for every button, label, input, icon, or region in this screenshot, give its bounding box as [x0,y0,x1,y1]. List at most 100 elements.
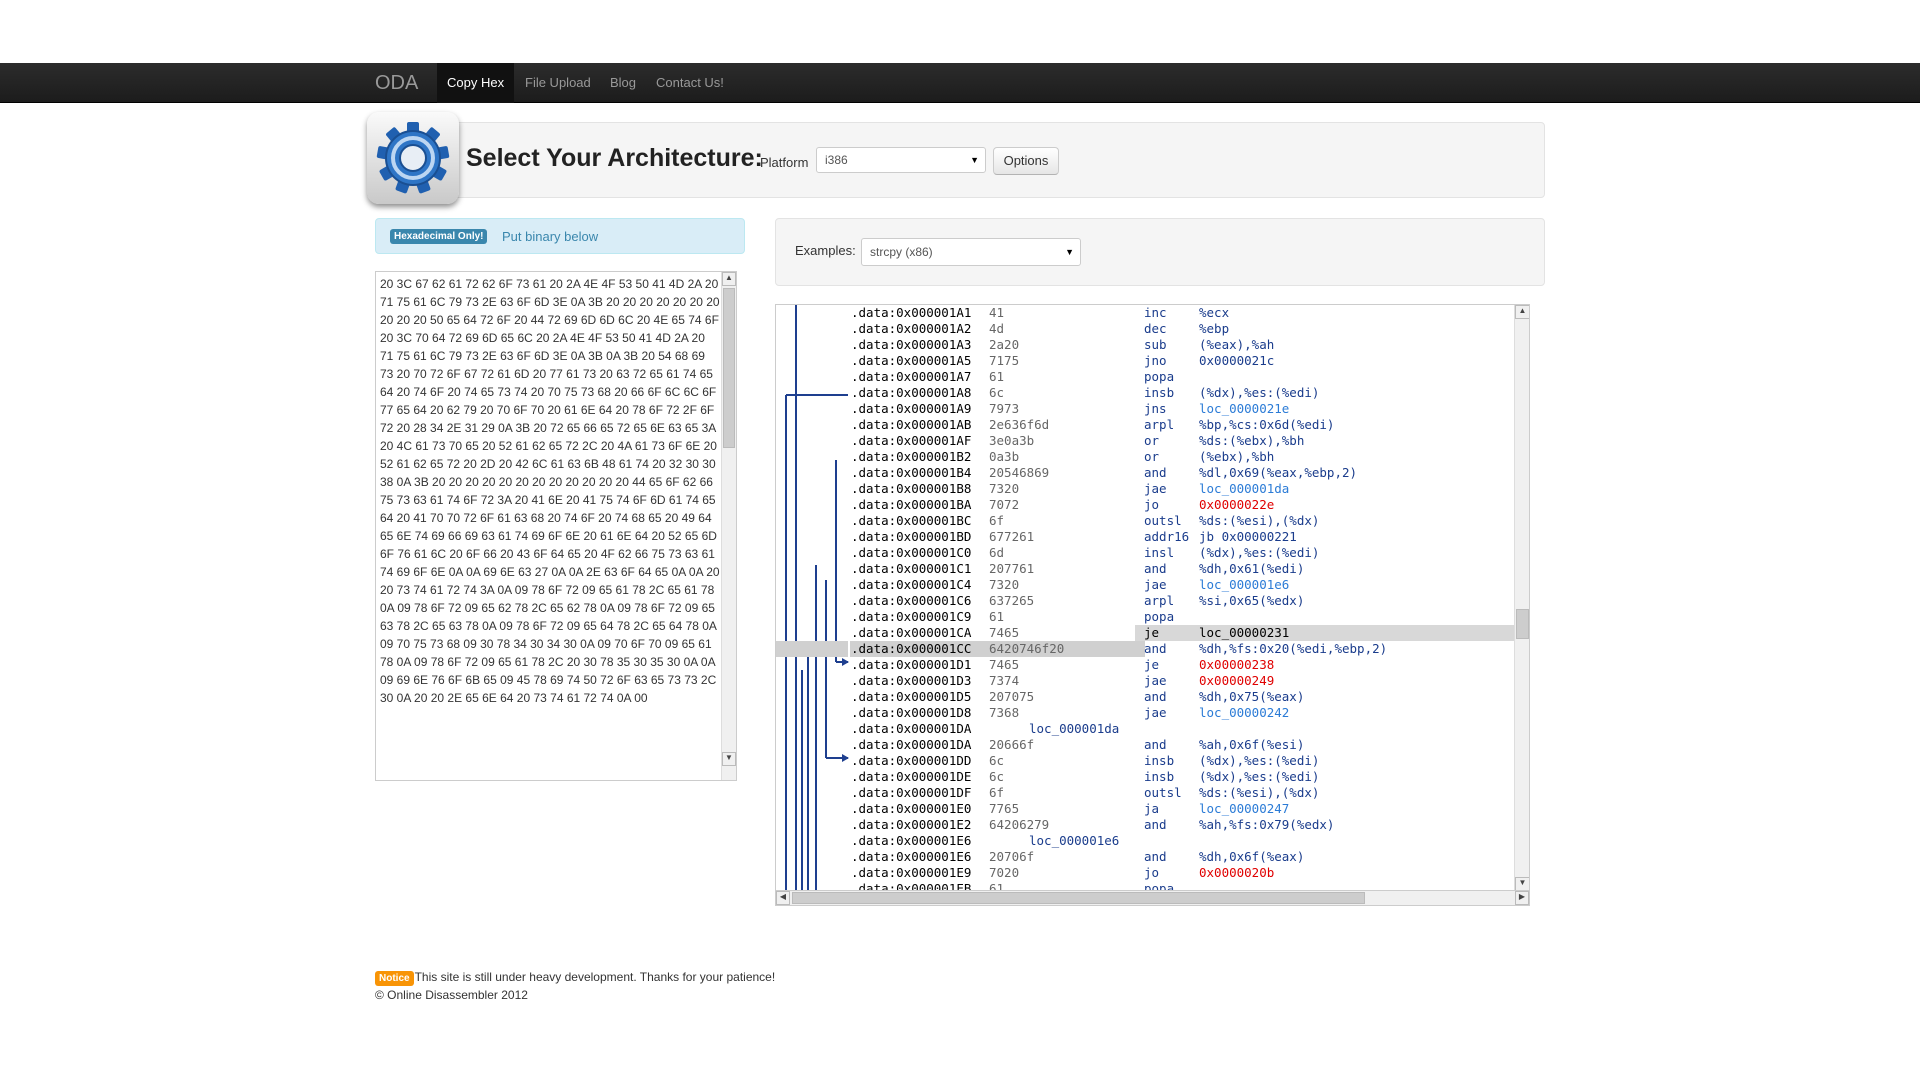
disasm-row[interactable]: .data:0x000001BC 6f outsl %ds:(%esi),(%dx) [776,513,1529,529]
disasm-bytes: 7072 [989,497,1020,512]
disasm-operands[interactable]: 0x0000022e [1199,497,1274,513]
disasm-label-row[interactable]: .data:0x000001DA loc_000001da [776,721,1529,737]
disasm-label-row[interactable]: .data:0x000001E6 loc_000001e6 [776,833,1529,849]
disasm-bytes: 4d [989,321,1005,336]
disasm-address: .data:0x000001D3 [851,673,972,688]
disasm-address: .data:0x000001B2 [851,449,972,464]
disasm-row[interactable]: .data:0x000001A2 4d dec %ebp [776,321,1529,337]
disasm-address: .data:0x000001C9 [851,609,972,624]
hex-scroll-thumb[interactable] [723,288,735,448]
disasm-bytes: 637265 [989,593,1035,608]
disasm-row[interactable]: .data:0x000001B8 7320 jae loc_000001da [776,481,1529,497]
disasm-row[interactable]: .data:0x000001C0 6d insl (%dx),%es:(%edi) [776,545,1529,561]
disasm-row[interactable]: .data:0x000001D8 7368 jae loc_00000242 [776,705,1529,721]
nav-blog[interactable]: Blog [600,63,646,103]
disasm-row[interactable]: .data:0x000001AB 2e636f6d arpl %bp,%cs:0x6d… [776,417,1529,433]
disasm-mnemonic: jno [1144,353,1167,368]
disasm-row[interactable]: .data:0x000001DF 6f outsl %ds:(%esi),(%dx) [776,785,1529,801]
disasm-operands[interactable]: loc_0000021e [1199,401,1289,417]
disasm-vertical-scrollbar[interactable]: ▲ ▼ [1514,305,1529,891]
disasm-row[interactable]: .data:0x000001E6 20706f and %dh,0x6f(%eax) [776,849,1529,865]
disasm-row[interactable]: .data:0x000001CC 6420746f20 and %dh,%fs:0x2… [776,641,1529,657]
disasm-row[interactable]: .data:0x000001D1 7465 je 0x00000238 [776,657,1529,673]
disasm-mnemonic: or [1144,433,1160,448]
disasm-row[interactable]: .data:0x000001C1 207761 and %dh,0x61(%edi) [776,561,1529,577]
disasm-bytes: 7465 [989,625,1020,640]
nav-contact-us[interactable]: Contact Us! [646,63,734,103]
disasm-scroll-thumb[interactable] [1516,609,1529,639]
disassembly-view[interactable]: .data:0x000001A1 41 inc %ecx .data:0x000001A… [775,304,1530,906]
disasm-address: .data:0x000001A2 [851,321,972,336]
hex-input-textarea[interactable]: 20 3C 67 62 61 72 62 6F 73 61 20 2A 4E 4… [375,271,737,781]
disasm-operands[interactable]: 0x00000249 [1199,673,1274,689]
disasm-address: .data:0x000001BA [851,497,972,512]
scroll-up-icon[interactable]: ▲ [1515,305,1529,319]
disasm-operands: 0x0000021c [1199,353,1275,368]
disasm-row[interactable]: .data:0x000001C4 7320 jae loc_000001e6 [776,577,1529,593]
disasm-row[interactable]: .data:0x000001B4 20546869 and %dl,0x69(%eax… [776,465,1529,481]
disasm-address: .data:0x000001A8 [851,385,972,400]
disasm-mnemonic: jae [1144,577,1167,592]
disasm-row[interactable]: .data:0x000001BD 677261 addr16 jb 0x0000022… [776,529,1529,545]
disasm-bytes: 6c [989,753,1005,768]
disasm-row[interactable]: .data:0x000001AF 3e0a3b or %ds:(%ebx),%bh [776,433,1529,449]
options-button[interactable]: Options [993,147,1059,175]
disasm-operands[interactable]: loc_00000247 [1199,801,1289,817]
disasm-address: .data:0x000001A5 [851,353,972,368]
disasm-bytes: 7765 [989,801,1020,816]
disasm-horizontal-scrollbar[interactable]: ◀ ▶ [775,890,1530,906]
disasm-row[interactable]: .data:0x000001DE 6c insb (%dx),%es:(%edi) [776,769,1529,785]
scroll-down-icon[interactable]: ▼ [1515,877,1529,891]
disasm-mnemonic: sub [1144,337,1167,352]
brand-logo[interactable]: ODA [375,63,418,103]
hex-vertical-scrollbar[interactable]: ▲ ▼ [721,272,736,780]
disasm-address: .data:0x000001D5 [851,689,972,704]
disasm-mnemonic: outsl [1144,513,1182,528]
disasm-row[interactable]: .data:0x000001A9 7973 jns loc_0000021e [776,401,1529,417]
disasm-row[interactable]: .data:0x000001A5 7175 jno 0x0000021c [776,353,1529,369]
disasm-operands[interactable]: loc_000001da [1199,481,1289,497]
disasm-address: .data:0x000001CA [851,625,972,640]
disasm-row[interactable]: .data:0x000001C6 637265 arpl %si,0x65(%edx) [776,593,1529,609]
disasm-row[interactable]: .data:0x000001E2 64206279 and %ah,%fs:0x79(… [776,817,1529,833]
disasm-row[interactable]: .data:0x000001BA 7072 jo 0x0000022e [776,497,1529,513]
disasm-row[interactable]: .data:0x000001A1 41 inc %ecx [776,305,1529,321]
disasm-row[interactable]: .data:0x000001A3 2a20 sub (%eax),%ah [776,337,1529,353]
scroll-right-icon[interactable]: ▶ [1515,891,1529,905]
nav-file-upload[interactable]: File Upload [515,63,601,103]
scroll-down-icon[interactable]: ▼ [722,752,736,766]
disasm-bytes: 20546869 [989,465,1050,480]
disasm-mnemonic: insl [1144,545,1175,560]
disasm-hscroll-thumb[interactable] [792,892,1365,904]
disasm-label: loc_000001da [1029,721,1120,736]
disasm-operands[interactable]: 0x00000238 [1199,657,1274,673]
disasm-row[interactable]: .data:0x000001DA 20666f and %ah,0x6f(%esi) [776,737,1529,753]
disasm-bytes: 64206279 [989,817,1050,832]
disasm-row[interactable]: .data:0x000001E0 7765 ja loc_00000247 [776,801,1529,817]
platform-select[interactable]: i386 ▼ [816,147,986,173]
nav-copy-hex[interactable]: Copy Hex [437,63,515,103]
scroll-left-icon[interactable]: ◀ [776,891,790,905]
disasm-row[interactable]: .data:0x000001A8 6c insb (%dx),%es:(%edi) [776,385,1529,401]
disasm-operands[interactable]: 0x0000020b [1199,865,1274,881]
disasm-bytes: 207761 [989,561,1035,576]
disasm-mnemonic: inc [1144,305,1167,320]
disasm-address: .data:0x000001D1 [851,657,972,672]
disasm-bytes: 7368 [989,705,1020,720]
disasm-row[interactable]: .data:0x000001E9 7020 jo 0x0000020b [776,865,1529,881]
disasm-row[interactable]: .data:0x000001D5 207075 and %dh,0x75(%eax) [776,689,1529,705]
disasm-operands[interactable]: loc_000001e6 [1199,577,1289,593]
disasm-row[interactable]: .data:0x000001A7 61 popa [776,369,1529,385]
disasm-address: .data:0x000001E9 [851,865,972,880]
disasm-mnemonic: and [1144,817,1167,832]
disasm-row[interactable]: .data:0x000001DD 6c insb (%dx),%es:(%edi) [776,753,1529,769]
scroll-up-icon[interactable]: ▲ [722,272,736,286]
disasm-mnemonic: and [1144,561,1167,576]
examples-select[interactable]: strcpy (x86) ▼ [861,238,1081,266]
disasm-operands[interactable]: loc_00000242 [1199,705,1289,721]
disasm-row[interactable]: .data:0x000001C9 61 popa [776,609,1529,625]
disasm-row[interactable]: .data:0x000001B2 0a3b or (%ebx),%bh [776,449,1529,465]
disasm-bytes: 207075 [989,689,1035,704]
disasm-row[interactable]: .data:0x000001D3 7374 jae 0x00000249 [776,673,1529,689]
disasm-row[interactable]: .data:0x000001CA 7465 je loc_00000231 [776,625,1529,641]
